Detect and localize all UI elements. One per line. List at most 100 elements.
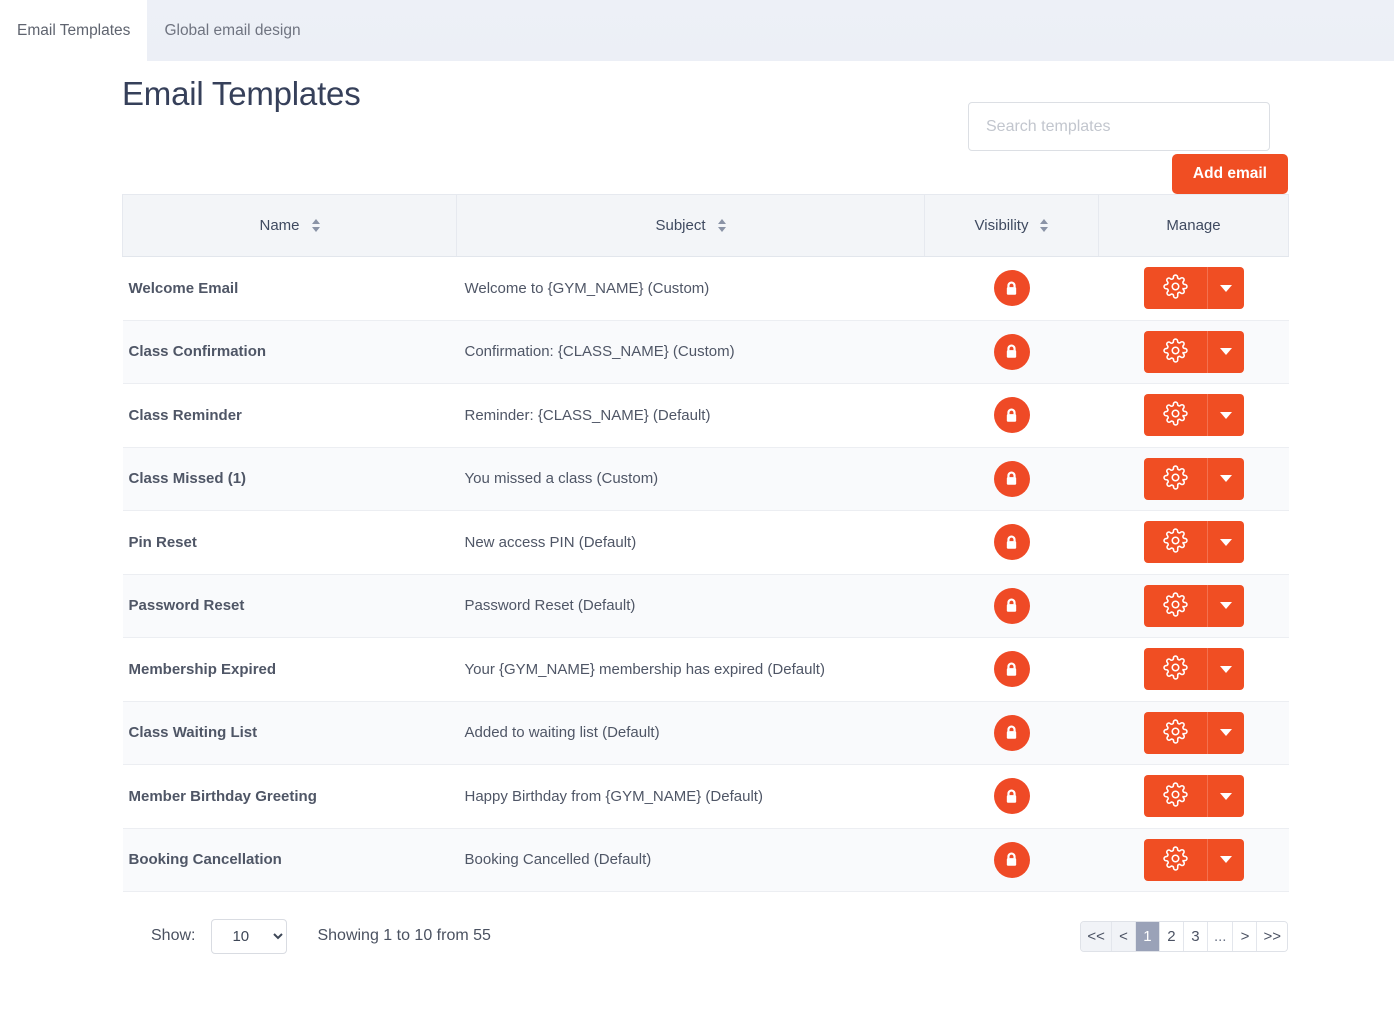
pagination-active-page[interactable]: 1 — [1135, 921, 1160, 951]
pagination-item[interactable]: > — [1233, 921, 1258, 951]
manage-button-group — [1143, 267, 1244, 310]
gear-icon — [1162, 528, 1188, 556]
manage-dropdown-button[interactable] — [1207, 521, 1244, 564]
tab-global-email-design[interactable]: Global email design — [147, 0, 317, 61]
table-row: Pin Reset New access PIN (Default) — [122, 510, 1289, 575]
settings-button[interactable] — [1143, 330, 1208, 373]
sort-arrows-icon[interactable] — [311, 219, 320, 232]
tab-label: Global email design — [164, 21, 301, 39]
cell-subject: Happy Birthday from {GYM_NAME} (Default) — [456, 764, 925, 829]
tab-bar: Email Templates Global email design — [0, 0, 1394, 61]
cell-subject: You missed a class (Custom) — [456, 447, 925, 511]
pagination-item[interactable]: << — [1081, 921, 1112, 951]
settings-button[interactable] — [1143, 521, 1208, 564]
manage-dropdown-button[interactable] — [1207, 584, 1244, 627]
chevron-down-icon — [1219, 665, 1232, 673]
cell-name: Password Reset — [122, 574, 457, 638]
manage-button-group — [1143, 584, 1244, 627]
page-size-select[interactable]: 102550100 — [211, 918, 288, 954]
cell-name: Member Birthday Greeting — [122, 764, 457, 829]
lock-icon[interactable] — [993, 778, 1030, 815]
chevron-down-icon — [1219, 856, 1232, 864]
settings-button[interactable] — [1143, 457, 1208, 500]
cell-visibility — [924, 320, 1099, 384]
manage-button-group — [1143, 838, 1244, 881]
cell-visibility — [924, 383, 1099, 448]
add-email-button[interactable]: Add email — [1171, 154, 1288, 194]
lock-icon[interactable] — [993, 587, 1030, 624]
manage-dropdown-button[interactable] — [1207, 775, 1244, 818]
lock-icon[interactable] — [993, 333, 1030, 370]
pagination-item[interactable]: < — [1111, 921, 1136, 951]
sort-arrows-icon[interactable] — [717, 219, 726, 232]
manage-dropdown-button[interactable] — [1207, 838, 1244, 881]
showing-range-text: Showing 1 to 10 from 55 — [317, 927, 491, 944]
pagination-item[interactable]: >> — [1257, 921, 1287, 951]
table-row: Booking Cancellation Booking Cancelled (D… — [122, 828, 1289, 892]
sort-arrows-icon[interactable] — [1040, 219, 1049, 232]
manage-dropdown-button[interactable] — [1207, 711, 1244, 754]
manage-dropdown-button[interactable] — [1207, 457, 1244, 500]
chevron-down-icon — [1219, 729, 1232, 737]
chevron-down-icon — [1219, 475, 1232, 483]
cell-manage — [1098, 383, 1289, 448]
manage-dropdown-button[interactable] — [1207, 267, 1244, 310]
tab-email-templates[interactable]: Email Templates — [0, 0, 148, 61]
cell-manage — [1098, 701, 1289, 765]
gear-icon — [1162, 401, 1188, 429]
settings-button[interactable] — [1143, 711, 1208, 754]
settings-button[interactable] — [1143, 838, 1208, 881]
cell-manage — [1098, 447, 1289, 511]
column-header-subject[interactable]: Subject — [456, 194, 925, 257]
lock-icon[interactable] — [993, 651, 1030, 688]
settings-button[interactable] — [1143, 648, 1208, 691]
cell-subject: Welcome to {GYM_NAME} (Custom) — [456, 256, 925, 321]
manage-dropdown-button[interactable] — [1207, 394, 1244, 437]
column-header-name[interactable]: Name — [122, 194, 457, 257]
cell-subject: Reminder: {CLASS_NAME} (Default) — [456, 383, 925, 448]
table-row: Class Confirmation Confirmation: {CLASS_N… — [122, 320, 1289, 384]
cell-manage — [1098, 320, 1289, 384]
pagination-item[interactable]: 3 — [1183, 921, 1208, 951]
cell-visibility — [924, 447, 1099, 511]
column-header-manage: Manage — [1098, 194, 1289, 257]
gear-icon — [1162, 782, 1188, 810]
table-header: Name Subject Visibility Manage — [122, 194, 1289, 257]
settings-button[interactable] — [1143, 584, 1208, 627]
table-header-row: Name Subject Visibility Manage — [122, 194, 1289, 257]
lock-icon[interactable] — [993, 397, 1030, 434]
manage-dropdown-button[interactable] — [1207, 648, 1244, 691]
gear-icon — [1162, 274, 1188, 302]
lock-icon[interactable] — [993, 270, 1030, 307]
cell-visibility — [924, 256, 1099, 321]
column-header-visibility[interactable]: Visibility — [924, 194, 1099, 257]
toolbar: Add email — [122, 113, 1288, 194]
show-label: Show: — [151, 927, 196, 944]
column-label: Manage — [1166, 217, 1221, 234]
settings-button[interactable] — [1143, 775, 1208, 818]
lock-icon[interactable] — [993, 524, 1030, 561]
manage-dropdown-button[interactable] — [1207, 330, 1244, 373]
table-row: Member Birthday Greeting Happy Birthday f… — [122, 764, 1289, 829]
cell-subject: Password Reset (Default) — [456, 574, 925, 638]
chevron-down-icon — [1219, 538, 1232, 546]
pagination: << <1 2 3... > >> — [1080, 920, 1288, 952]
table-row: Welcome Email Welcome to {GYM_NAME} (Cust… — [122, 256, 1289, 321]
pagination-item[interactable]: 2 — [1159, 921, 1184, 951]
cell-visibility — [924, 764, 1099, 829]
cell-manage — [1098, 764, 1289, 829]
cell-subject: Added to waiting list (Default) — [456, 701, 925, 765]
cell-visibility — [924, 574, 1099, 638]
chevron-down-icon — [1219, 284, 1232, 292]
settings-button[interactable] — [1143, 394, 1208, 437]
table-footer: Show: 102550100 Showing 1 to 10 from 55 … — [122, 900, 1288, 972]
gear-icon — [1162, 655, 1188, 683]
cell-name: Membership Expired — [122, 637, 457, 702]
lock-icon[interactable] — [993, 460, 1030, 497]
tab-label: Email Templates — [17, 21, 131, 39]
table-row: Class Reminder Reminder: {CLASS_NAME} (De… — [122, 383, 1289, 448]
settings-button[interactable] — [1143, 267, 1208, 310]
gear-icon — [1162, 465, 1188, 493]
lock-icon[interactable] — [993, 714, 1030, 751]
lock-icon[interactable] — [993, 841, 1030, 878]
